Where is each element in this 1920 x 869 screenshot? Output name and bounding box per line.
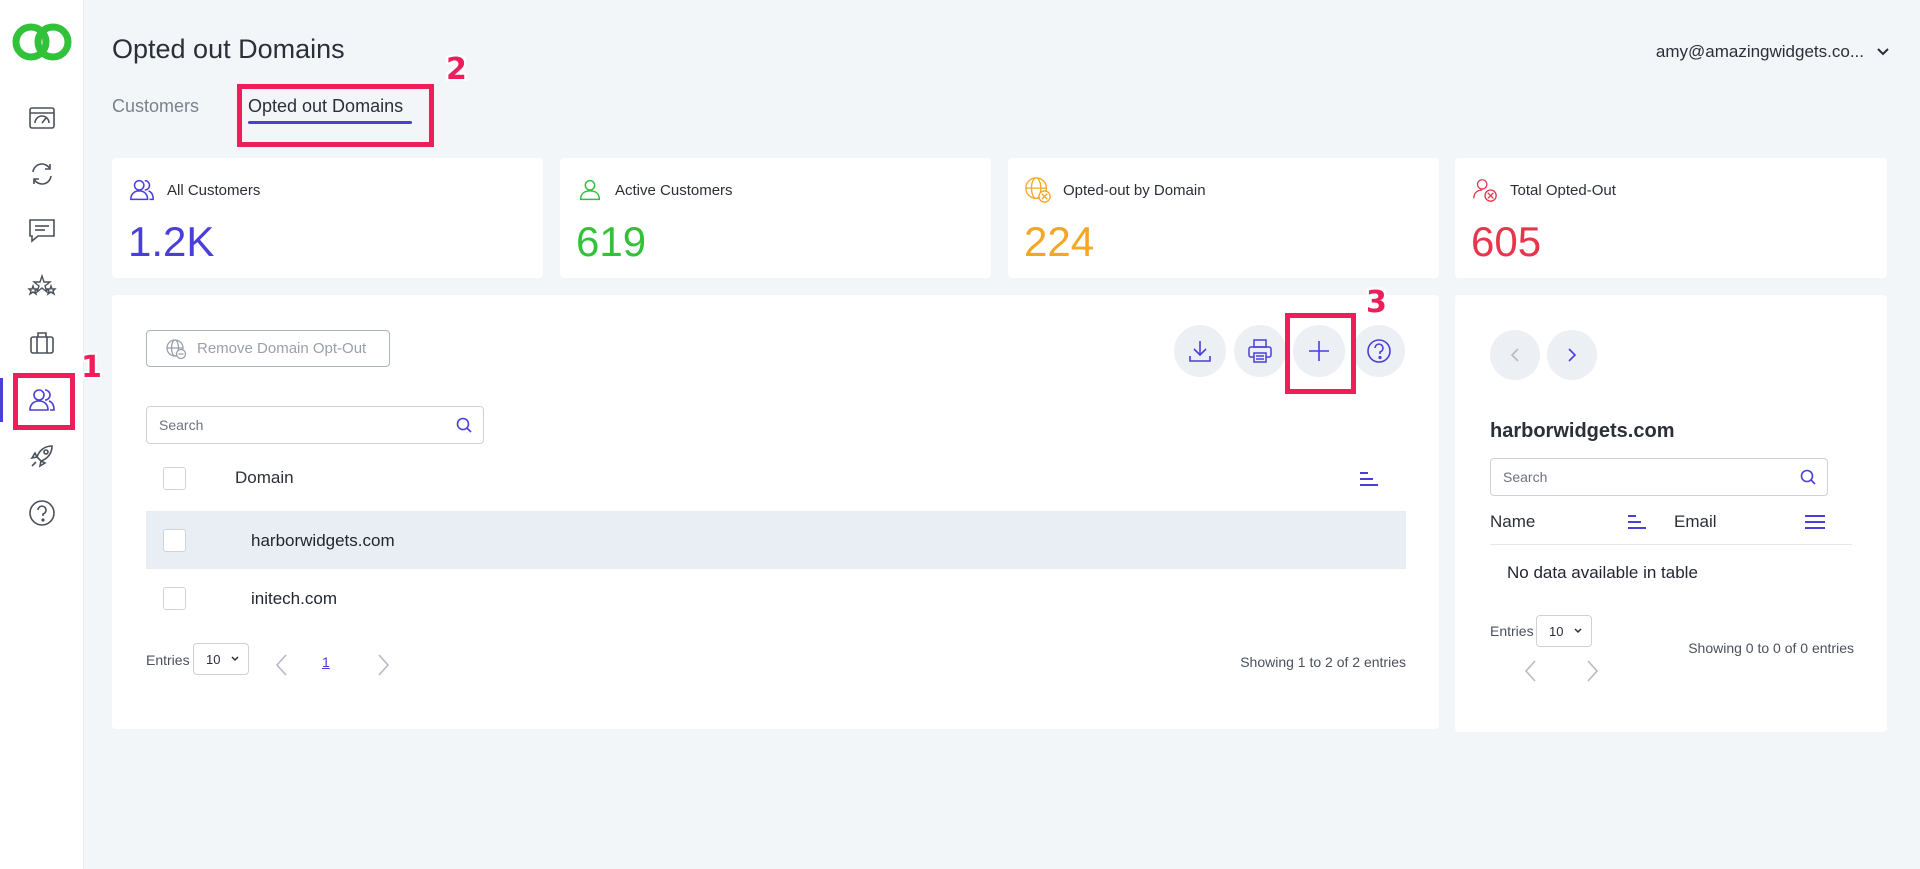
column-header-name[interactable]: Name bbox=[1490, 512, 1535, 532]
column-header-email[interactable]: Email bbox=[1674, 512, 1717, 532]
user-menu[interactable]: amy@amazingwidgets.co... bbox=[1656, 42, 1890, 62]
detail-next-button[interactable] bbox=[1547, 330, 1597, 380]
help-icon bbox=[1367, 339, 1391, 363]
sidebar-item-business[interactable] bbox=[22, 323, 62, 363]
remove-button-label: Remove Domain Opt-Out bbox=[197, 340, 367, 357]
detail-search bbox=[1490, 458, 1828, 496]
stat-label: All Customers bbox=[167, 182, 261, 199]
empty-table-message: No data available in table bbox=[1507, 563, 1698, 582]
entries-select[interactable]: 10 bbox=[193, 643, 249, 675]
stat-card-total-opted-out[interactable]: Total Opted-Out 605 bbox=[1455, 158, 1887, 278]
add-domain-button[interactable] bbox=[1293, 325, 1345, 377]
stat-value: 619 bbox=[576, 218, 647, 265]
domain-cell[interactable]: initech.com bbox=[251, 589, 337, 609]
sidebar-item-campaigns[interactable] bbox=[22, 436, 62, 476]
annotation-number-2: 2 bbox=[446, 52, 467, 87]
sort-icon[interactable] bbox=[1358, 470, 1380, 488]
stat-value: 605 bbox=[1471, 218, 1542, 265]
help-button[interactable] bbox=[1353, 325, 1405, 377]
stat-value: 1.2K bbox=[128, 218, 215, 265]
plus-icon bbox=[1309, 341, 1329, 361]
entries-label: Entries bbox=[146, 652, 190, 668]
sort-neutral-icon[interactable] bbox=[1804, 513, 1826, 531]
globe-block-icon bbox=[1025, 177, 1051, 203]
search-icon[interactable] bbox=[455, 416, 473, 434]
table-info: Showing 1 to 2 of 2 entries bbox=[1240, 654, 1406, 670]
tab-opted-out-domains[interactable]: Opted out Domains bbox=[248, 96, 403, 117]
next-page-icon[interactable] bbox=[1582, 657, 1602, 685]
sidebar-item-messages[interactable] bbox=[22, 210, 62, 250]
tab-active-underline bbox=[248, 121, 412, 124]
next-page-icon[interactable] bbox=[373, 651, 393, 679]
sync-icon bbox=[32, 163, 52, 185]
sort-icon[interactable] bbox=[1626, 513, 1648, 531]
column-header-domain[interactable]: Domain bbox=[235, 468, 294, 488]
user-email: amy@amazingwidgets.co... bbox=[1655, 42, 1864, 61]
row-checkbox[interactable] bbox=[163, 529, 186, 552]
help-icon bbox=[29, 500, 55, 526]
download-button[interactable] bbox=[1174, 325, 1226, 377]
domain-detail-panel: harborwidgets.com Name Email No data ava… bbox=[1455, 295, 1887, 732]
search-icon[interactable] bbox=[1799, 468, 1817, 486]
annotation-number-3: 3 bbox=[1366, 285, 1387, 320]
chevron-down-icon bbox=[1574, 628, 1582, 634]
stat-label: Active Customers bbox=[615, 182, 733, 199]
select-all-checkbox[interactable] bbox=[163, 467, 186, 490]
detail-title: harborwidgets.com bbox=[1490, 420, 1675, 442]
sidebar-item-help[interactable] bbox=[22, 493, 62, 533]
chevron-right-icon bbox=[1568, 348, 1577, 362]
print-button[interactable] bbox=[1234, 325, 1286, 377]
stat-label: Total Opted-Out bbox=[1510, 182, 1616, 199]
detail-prev-button[interactable] bbox=[1490, 330, 1540, 380]
page-title: Opted out Domains bbox=[112, 34, 345, 64]
download-icon bbox=[1189, 341, 1211, 362]
stat-value: 224 bbox=[1024, 218, 1095, 265]
sidebar bbox=[0, 0, 84, 869]
chat-icon bbox=[29, 219, 55, 243]
customers-icon bbox=[29, 389, 55, 411]
stat-label: Opted-out by Domain bbox=[1063, 182, 1206, 199]
stat-card-all-customers[interactable]: All Customers 1.2K bbox=[112, 158, 543, 278]
chevron-down-icon bbox=[1877, 48, 1889, 56]
sidebar-active-indicator bbox=[0, 378, 3, 422]
stat-card-active-customers[interactable]: Active Customers 619 bbox=[560, 158, 991, 278]
remove-domain-opt-out-button[interactable]: Remove Domain Opt-Out bbox=[146, 330, 390, 367]
entries-value: 10 bbox=[1549, 623, 1564, 639]
sidebar-item-dashboard[interactable] bbox=[22, 98, 62, 138]
prev-page-icon[interactable] bbox=[272, 651, 292, 679]
tab-customers[interactable]: Customers bbox=[112, 96, 199, 117]
entries-value: 10 bbox=[206, 651, 221, 667]
rocket-icon bbox=[30, 445, 53, 468]
stat-card-opted-out-by-domain[interactable]: Opted-out by Domain 224 bbox=[1008, 158, 1439, 278]
sidebar-item-sync[interactable] bbox=[22, 154, 62, 194]
detail-search-input[interactable] bbox=[1491, 459, 1799, 495]
domain-search-input[interactable] bbox=[147, 407, 455, 443]
entries-label: Entries bbox=[1490, 623, 1534, 639]
dashboard-icon bbox=[29, 107, 55, 129]
prev-page-icon[interactable] bbox=[1521, 657, 1541, 685]
user-block-icon bbox=[1473, 179, 1497, 202]
detail-table-info: Showing 0 to 0 of 0 entries bbox=[1688, 640, 1854, 656]
annotation-number-1: 1 bbox=[81, 350, 102, 385]
sidebar-item-reviews[interactable] bbox=[22, 267, 62, 307]
globe-remove-icon bbox=[166, 338, 187, 359]
header-divider bbox=[1490, 544, 1852, 545]
domain-search bbox=[146, 406, 484, 444]
chevron-down-icon bbox=[231, 656, 239, 662]
sidebar-item-customers[interactable] bbox=[22, 380, 62, 420]
domain-cell[interactable]: harborwidgets.com bbox=[251, 531, 395, 551]
printer-icon bbox=[1248, 339, 1272, 363]
customers-icon bbox=[130, 179, 154, 201]
entries-select[interactable]: 10 bbox=[1536, 615, 1592, 647]
stars-icon bbox=[27, 273, 57, 296]
chevron-left-icon bbox=[1510, 348, 1519, 362]
page-number[interactable]: 1 bbox=[322, 654, 330, 670]
app-logo[interactable] bbox=[11, 20, 73, 64]
row-checkbox[interactable] bbox=[163, 587, 186, 610]
user-icon bbox=[579, 179, 601, 201]
briefcase-icon bbox=[30, 332, 54, 354]
domains-panel: Remove Domain Opt-Out Domain harborwidge… bbox=[112, 295, 1439, 729]
